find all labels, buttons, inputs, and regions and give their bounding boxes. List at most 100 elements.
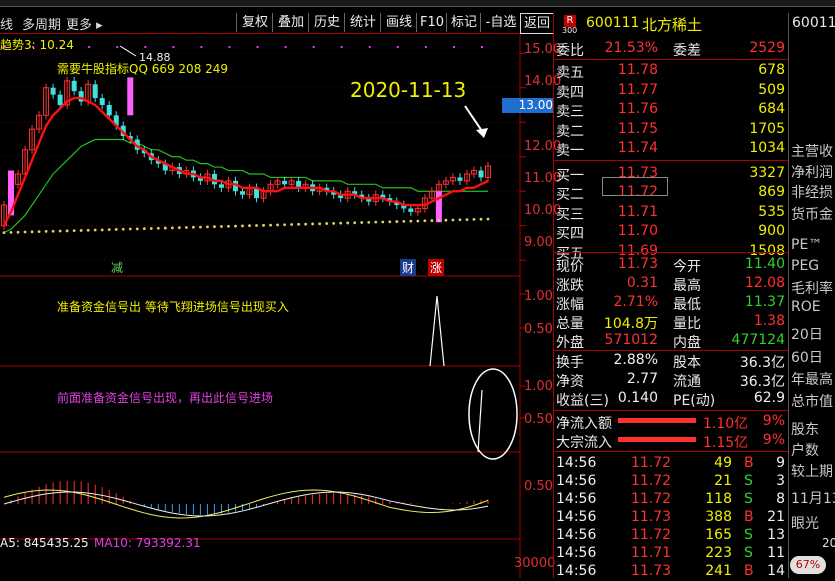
side-item[interactable]: 总市值 <box>791 391 833 411</box>
button-draw[interactable]: 画线 <box>380 13 417 32</box>
ask-row[interactable]: 卖三 11.76 684 <box>553 101 788 120</box>
stat-row[interactable]: 涨跌 0.31 最高 12.08 <box>553 275 788 294</box>
side-item[interactable]: 20日 <box>791 324 823 344</box>
row-label2: 股本 <box>673 355 701 371</box>
tick-price: 11.72 <box>631 455 672 471</box>
button-mark[interactable]: 标记 <box>446 13 481 32</box>
trend-dot <box>65 229 69 233</box>
trend-dot <box>16 230 20 234</box>
side-item[interactable]: 净利润 <box>791 162 833 182</box>
side-item[interactable]: 主营收 <box>791 141 833 161</box>
button-f10[interactable]: F10 <box>416 13 447 32</box>
trend-dot <box>395 220 399 223</box>
side-item[interactable]: 股东 <box>791 419 819 439</box>
row-label2: PE(动) <box>673 393 716 409</box>
flow-value: 1.10亿 <box>703 416 749 432</box>
trend-dot <box>58 229 62 233</box>
side-item[interactable]: 户数 <box>791 440 819 460</box>
top-menu-strip <box>0 0 835 7</box>
trend-dot <box>318 222 322 226</box>
tick-time: 14:56 <box>556 491 597 507</box>
button-self-select[interactable]: -自选 <box>480 13 521 32</box>
row-label: 卖三 <box>556 104 584 120</box>
trend-dot <box>290 223 293 226</box>
row-value2: 509 <box>758 81 785 98</box>
trend-dot <box>107 228 111 232</box>
side-item[interactable]: 眼光 <box>791 513 819 533</box>
quote-row-weibi[interactable]: 委比 21.53% 委差 2529 <box>553 40 788 59</box>
button-stats[interactable]: 统计 <box>344 13 381 32</box>
tick-count: 8 <box>776 491 785 507</box>
fund-row[interactable]: 收益(三) 0.140 PE(动) 62.9 <box>553 390 788 409</box>
trend-dot <box>191 225 195 229</box>
tick-count: 9 <box>776 455 785 471</box>
stat-row[interactable]: 现价 11.73 今开 11.40 <box>553 256 788 275</box>
candle-body <box>282 180 288 185</box>
row-label2: 委差 <box>673 43 701 59</box>
ma-line-red <box>2 96 489 227</box>
tick-count: 3 <box>776 473 785 489</box>
candle-body <box>457 177 463 181</box>
top-dot <box>228 46 231 48</box>
top-dot <box>256 46 259 48</box>
trend-dot <box>304 222 308 226</box>
side-item[interactable]: 11月13 <box>791 488 835 508</box>
tick-bs: S <box>744 545 753 561</box>
tab-line[interactable]: 线 <box>0 14 13 33</box>
button-fuquan[interactable]: 复权 <box>236 13 273 32</box>
side-item[interactable]: ROE <box>791 299 821 315</box>
trend-dot <box>135 227 139 231</box>
stat-row[interactable]: 总量 104.8万 量比 1.38 <box>553 313 788 332</box>
bid-row[interactable]: 买四 11.70 900 <box>553 223 788 242</box>
row-label: 卖五 <box>556 65 584 81</box>
bid-row[interactable]: 买三 11.71 535 <box>553 204 788 223</box>
row-value: 11.73 <box>617 256 658 272</box>
button-history[interactable]: 历史 <box>308 13 345 32</box>
signal1-tick: 0.50 <box>524 322 553 337</box>
candle-body <box>50 87 56 95</box>
button-back[interactable]: 返回 <box>520 13 554 34</box>
trend-dot <box>114 228 118 231</box>
fund-row[interactable]: 换手 2.88% 股本 36.3亿 <box>553 352 788 371</box>
bid-row[interactable]: 买一 11.73 3327 <box>553 165 788 184</box>
trend-dot <box>472 218 476 221</box>
row-value: 0.140 <box>617 390 658 406</box>
trend-dot <box>170 226 174 230</box>
side-item[interactable]: PEG <box>791 258 819 274</box>
stat-row[interactable]: 外盘 571012 内盘 477124 <box>553 332 788 351</box>
tick-bs: B <box>744 455 754 471</box>
bid-row[interactable]: 买二 11.72 869 <box>553 184 788 203</box>
trend-dot <box>367 220 371 224</box>
side-item[interactable]: 较上期 <box>791 461 833 481</box>
tab-multi-period[interactable]: 多周期 <box>22 14 61 33</box>
side-item[interactable]: 货币金 <box>791 204 833 224</box>
button-overlay[interactable]: 叠加 <box>272 13 309 32</box>
trend-dot <box>100 228 104 232</box>
row-value: 11.76 <box>617 101 658 117</box>
side-item[interactable]: 毛利率 <box>791 278 833 298</box>
flow-percent: 9% <box>762 432 785 448</box>
tab-more[interactable]: 更多 ▸ <box>66 14 103 33</box>
side-item[interactable]: 年最高 <box>791 369 833 389</box>
row-value: 104.8万 <box>603 316 658 332</box>
row-label: 换手 <box>556 355 584 371</box>
side-item[interactable]: PE™ <box>791 237 822 253</box>
top-dot <box>340 46 343 48</box>
row-value: 2.88% <box>613 352 658 368</box>
row-label2: 最低 <box>673 297 701 313</box>
trend-dot <box>451 218 455 222</box>
ask-row[interactable]: 卖二 11.75 1705 <box>553 121 788 140</box>
trend-dot <box>262 223 265 227</box>
side-item[interactable]: 60日 <box>791 347 823 367</box>
macd-tick: 0.50 <box>524 479 553 494</box>
ask-row[interactable]: 卖四 11.77 509 <box>553 81 788 101</box>
trend-dot <box>156 226 160 230</box>
fund-row[interactable]: 净资 2.77 流通 36.3亿 <box>553 371 788 390</box>
signal1-text: 准备资金信号出 等待飞翔进场信号出现买入 <box>57 300 289 314</box>
side-item[interactable]: 非经损 <box>791 182 833 202</box>
stat-row[interactable]: 涨幅 2.71% 最低 11.37 <box>553 294 788 313</box>
row-value: 21.53% <box>604 40 658 56</box>
ask-row[interactable]: 卖一 11.74 1034 <box>553 140 788 159</box>
ask-row[interactable]: 卖五 11.78 678 <box>553 62 788 81</box>
trend-dot <box>465 218 469 222</box>
